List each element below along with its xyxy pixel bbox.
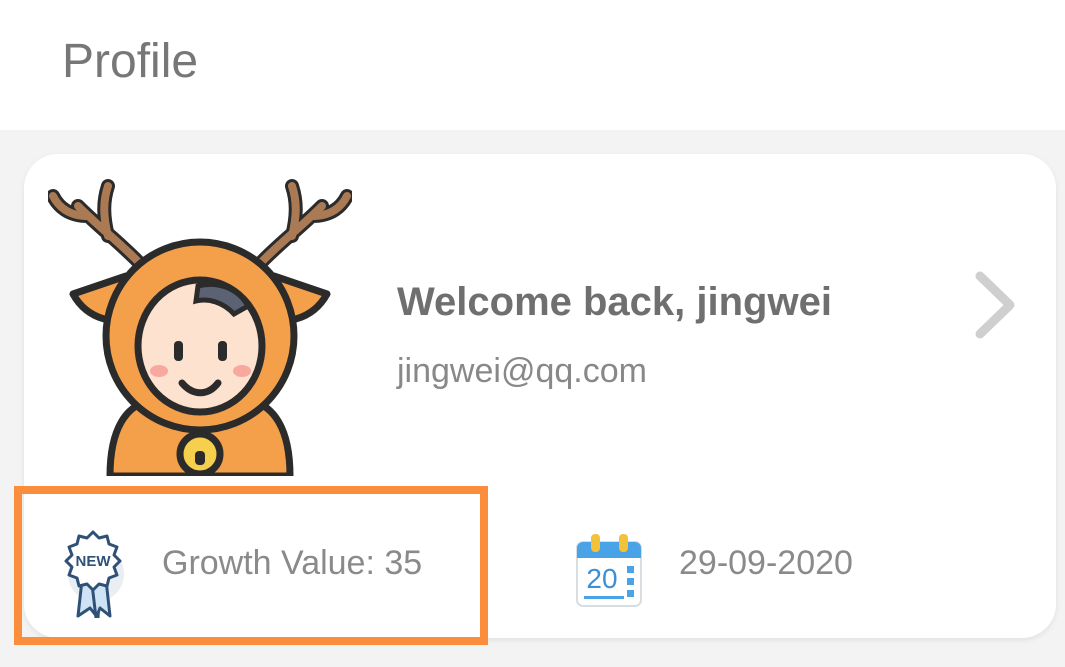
calendar-day: 20 [586, 563, 617, 594]
chevron-right-icon[interactable] [972, 270, 1022, 340]
page-title: Profile [62, 35, 199, 88]
date-text: 29-09-2020 [679, 544, 853, 582]
deer-avatar [48, 179, 352, 476]
new-badge-label: NEW [76, 553, 112, 570]
calendar-icon: 20 [576, 534, 642, 607]
welcome-text: Welcome back, jingwei [397, 280, 832, 324]
new-badge-icon: NEW [64, 530, 124, 618]
email-text: jingwei@qq.com [397, 352, 647, 390]
growth-value-text: Growth Value: 35 [162, 544, 423, 582]
header: Profile [0, 0, 1065, 130]
